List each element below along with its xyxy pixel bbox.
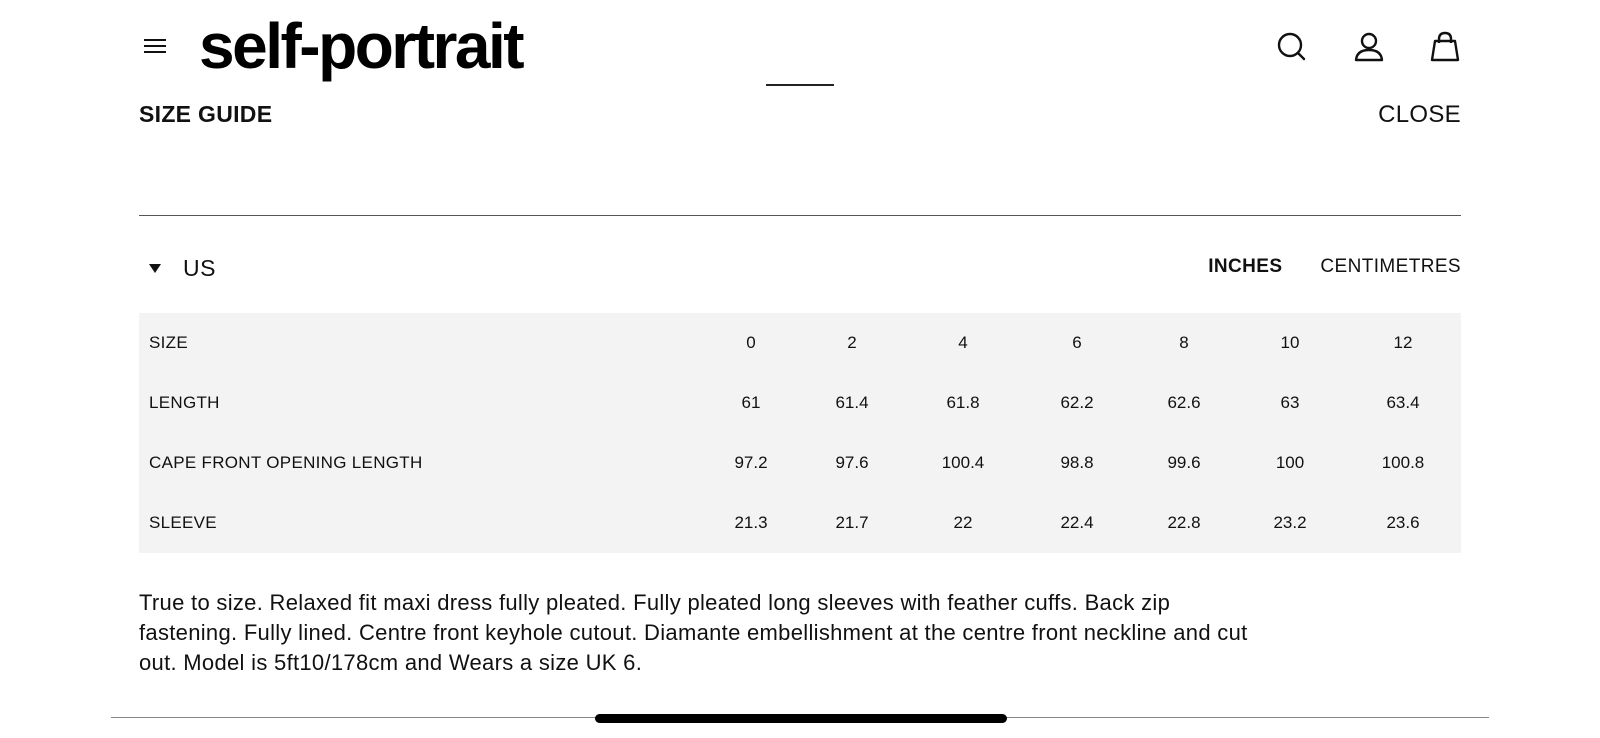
table-cell: 6 — [1072, 333, 1082, 352]
table-cell: 63 — [1280, 393, 1300, 412]
table-cell: 62.6 — [1167, 393, 1201, 412]
unit-centimetres-button[interactable]: CENTIMETRES — [1320, 256, 1461, 278]
close-button[interactable]: CLOSE — [1378, 101, 1461, 129]
size-guide-title: SIZE GUIDE — [139, 101, 273, 127]
row-label: SLEEVE — [149, 513, 217, 532]
table-row: LENGTH 61 61.4 61.8 62.2 62.6 63 63.4 — [139, 373, 1461, 433]
table-cell: 97.2 — [734, 453, 768, 472]
table-cell: 100.8 — [1381, 453, 1425, 472]
hamburger-menu-icon[interactable] — [142, 34, 170, 58]
size-table: SIZE 0 2 4 6 8 10 12 LENGTH 61 61.4 61.8… — [139, 313, 1461, 553]
table-cell: 99.6 — [1167, 453, 1201, 472]
table-cell: 98.8 — [1060, 453, 1094, 472]
caret-down-icon — [149, 263, 161, 273]
table-row: SIZE 0 2 4 6 8 10 12 — [139, 313, 1461, 373]
table-cell: 61.4 — [835, 393, 869, 412]
table-cell: 61.8 — [946, 393, 980, 412]
table-cell: 4 — [958, 333, 968, 352]
table-row: SLEEVE 21.3 21.7 22 22.4 22.8 23.2 23.6 — [139, 493, 1461, 553]
table-cell: 22.4 — [1060, 513, 1094, 532]
site-header: self-portrait — [0, 0, 1600, 92]
table-cell: 2 — [847, 333, 857, 352]
home-indicator[interactable] — [595, 714, 1007, 723]
unit-toggle: INCHES CENTIMETRES — [1208, 256, 1461, 278]
table-cell: 23.2 — [1273, 513, 1307, 532]
table-cell: 97.6 — [835, 453, 869, 472]
table-cell: 62.2 — [1060, 393, 1094, 412]
table-cell: 21.3 — [734, 513, 768, 532]
divider — [139, 215, 1461, 216]
table-cell: 61 — [741, 393, 761, 412]
user-icon[interactable] — [1352, 30, 1386, 64]
table-cell: 23.6 — [1386, 513, 1420, 532]
table-cell: 100 — [1275, 453, 1305, 472]
brand-logo[interactable]: self-portrait — [199, 6, 525, 86]
table-cell: 0 — [746, 333, 756, 352]
row-label: CAPE FRONT OPENING LENGTH — [149, 453, 423, 472]
table-cell: 21.7 — [835, 513, 869, 532]
table-cell: 63.4 — [1386, 393, 1420, 412]
region-label: US — [183, 254, 216, 281]
region-selector[interactable]: US — [139, 253, 216, 283]
row-label: SIZE — [149, 333, 188, 352]
table-cell: 8 — [1179, 333, 1189, 352]
table-cell: 22 — [953, 513, 973, 532]
search-icon[interactable] — [1275, 30, 1309, 64]
sheet-drag-handle[interactable] — [766, 84, 834, 86]
table-cell: 12 — [1393, 333, 1413, 352]
table-cell: 22.8 — [1167, 513, 1201, 532]
table-cell: 100.4 — [941, 453, 985, 472]
unit-inches-button[interactable]: INCHES — [1208, 256, 1282, 278]
product-fit-description: True to size. Relaxed fit maxi dress ful… — [139, 590, 1248, 672]
table-cell: 10 — [1280, 333, 1300, 352]
table-row: CAPE FRONT OPENING LENGTH 97.2 97.6 100.… — [139, 433, 1461, 493]
shopping-bag-icon[interactable] — [1428, 30, 1462, 64]
row-label: LENGTH — [149, 393, 220, 412]
